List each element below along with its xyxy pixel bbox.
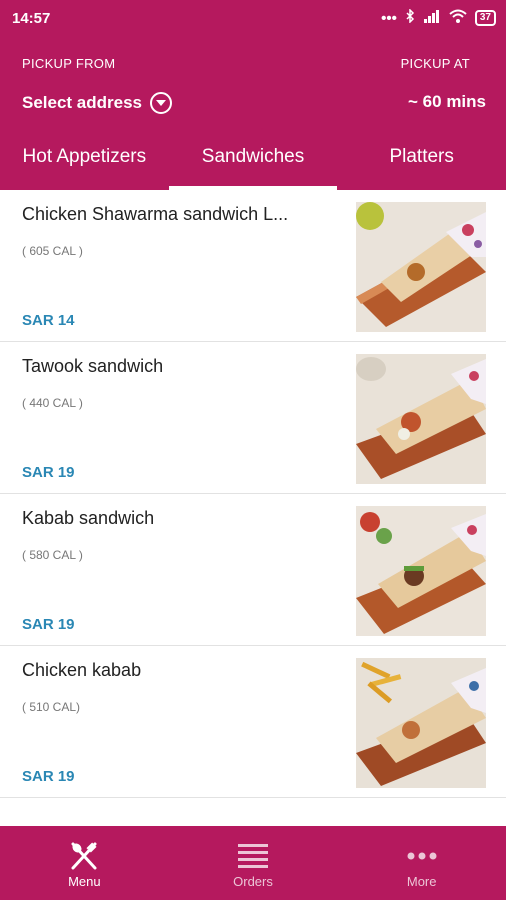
more-dots-icon xyxy=(406,838,438,874)
status-time: 14:57 xyxy=(12,9,51,27)
list-item[interactable]: Tawook sandwich ( 440 CAL ) SAR 19 xyxy=(0,342,506,494)
tab-sandwiches[interactable]: Sandwiches xyxy=(168,130,338,190)
item-price: SAR 14 xyxy=(22,312,75,329)
item-price: SAR 19 xyxy=(22,616,75,633)
fork-knife-icon xyxy=(68,838,100,874)
list-icon xyxy=(237,838,269,874)
food-image xyxy=(356,658,486,788)
item-calories: ( 605 CAL ) xyxy=(22,244,83,258)
menu-item-list: Chicken Shawarma sandwich L... ( 605 CAL… xyxy=(0,190,506,798)
list-item[interactable]: Kabab sandwich ( 580 CAL ) SAR 19 xyxy=(0,494,506,646)
pickup-eta: ~ 60 mins xyxy=(408,92,486,111)
signal-icon xyxy=(423,9,441,27)
item-name: Chicken Shawarma sandwich L... xyxy=(22,204,289,224)
chevron-down-icon xyxy=(150,92,173,114)
pickup-header: PICKUP FROM PICKUP AT Select address ~ 6… xyxy=(0,36,506,190)
wifi-icon xyxy=(449,9,467,27)
tab-hot-appetizers[interactable]: Hot Appetizers xyxy=(0,130,169,190)
select-address-button[interactable]: Select address xyxy=(22,92,173,114)
food-image xyxy=(356,506,486,636)
tab-platters[interactable]: Platters xyxy=(337,130,506,190)
nav-orders-label: Orders xyxy=(233,873,273,889)
item-name: Tawook sandwich xyxy=(22,356,164,376)
pickup-from-label: PICKUP FROM xyxy=(22,56,116,71)
dots-icon: ••• xyxy=(381,9,397,27)
nav-more[interactable]: More xyxy=(337,826,506,900)
item-name: Kabab sandwich xyxy=(22,508,155,528)
pickup-at-label: PICKUP AT xyxy=(400,56,470,71)
bottom-navigation: Menu Orders More xyxy=(0,826,506,900)
status-icons: ••• 37 xyxy=(381,8,496,27)
nav-menu[interactable]: Menu xyxy=(0,826,169,900)
address-label: Select address xyxy=(22,93,143,112)
bluetooth-icon xyxy=(405,8,415,27)
item-calories: ( 510 CAL) xyxy=(22,700,81,714)
item-price: SAR 19 xyxy=(22,464,75,481)
item-price: SAR 19 xyxy=(22,768,75,785)
status-bar: 14:57 ••• 37 xyxy=(0,0,506,36)
category-tabs: Hot Appetizers Sandwiches Platters xyxy=(0,130,506,190)
battery-icon: 37 xyxy=(474,10,496,26)
nav-menu-label: Menu xyxy=(68,873,101,889)
item-name: Chicken kabab xyxy=(22,660,142,680)
list-item[interactable]: Chicken kabab ( 510 CAL) SAR 19 xyxy=(0,646,506,798)
item-calories: ( 580 CAL ) xyxy=(22,548,83,562)
nav-more-label: More xyxy=(406,873,437,889)
item-calories: ( 440 CAL ) xyxy=(22,396,83,410)
list-item[interactable]: Chicken Shawarma sandwich L... ( 605 CAL… xyxy=(0,190,506,342)
nav-orders[interactable]: Orders xyxy=(169,826,338,900)
food-image xyxy=(356,202,486,332)
food-image xyxy=(356,354,486,484)
